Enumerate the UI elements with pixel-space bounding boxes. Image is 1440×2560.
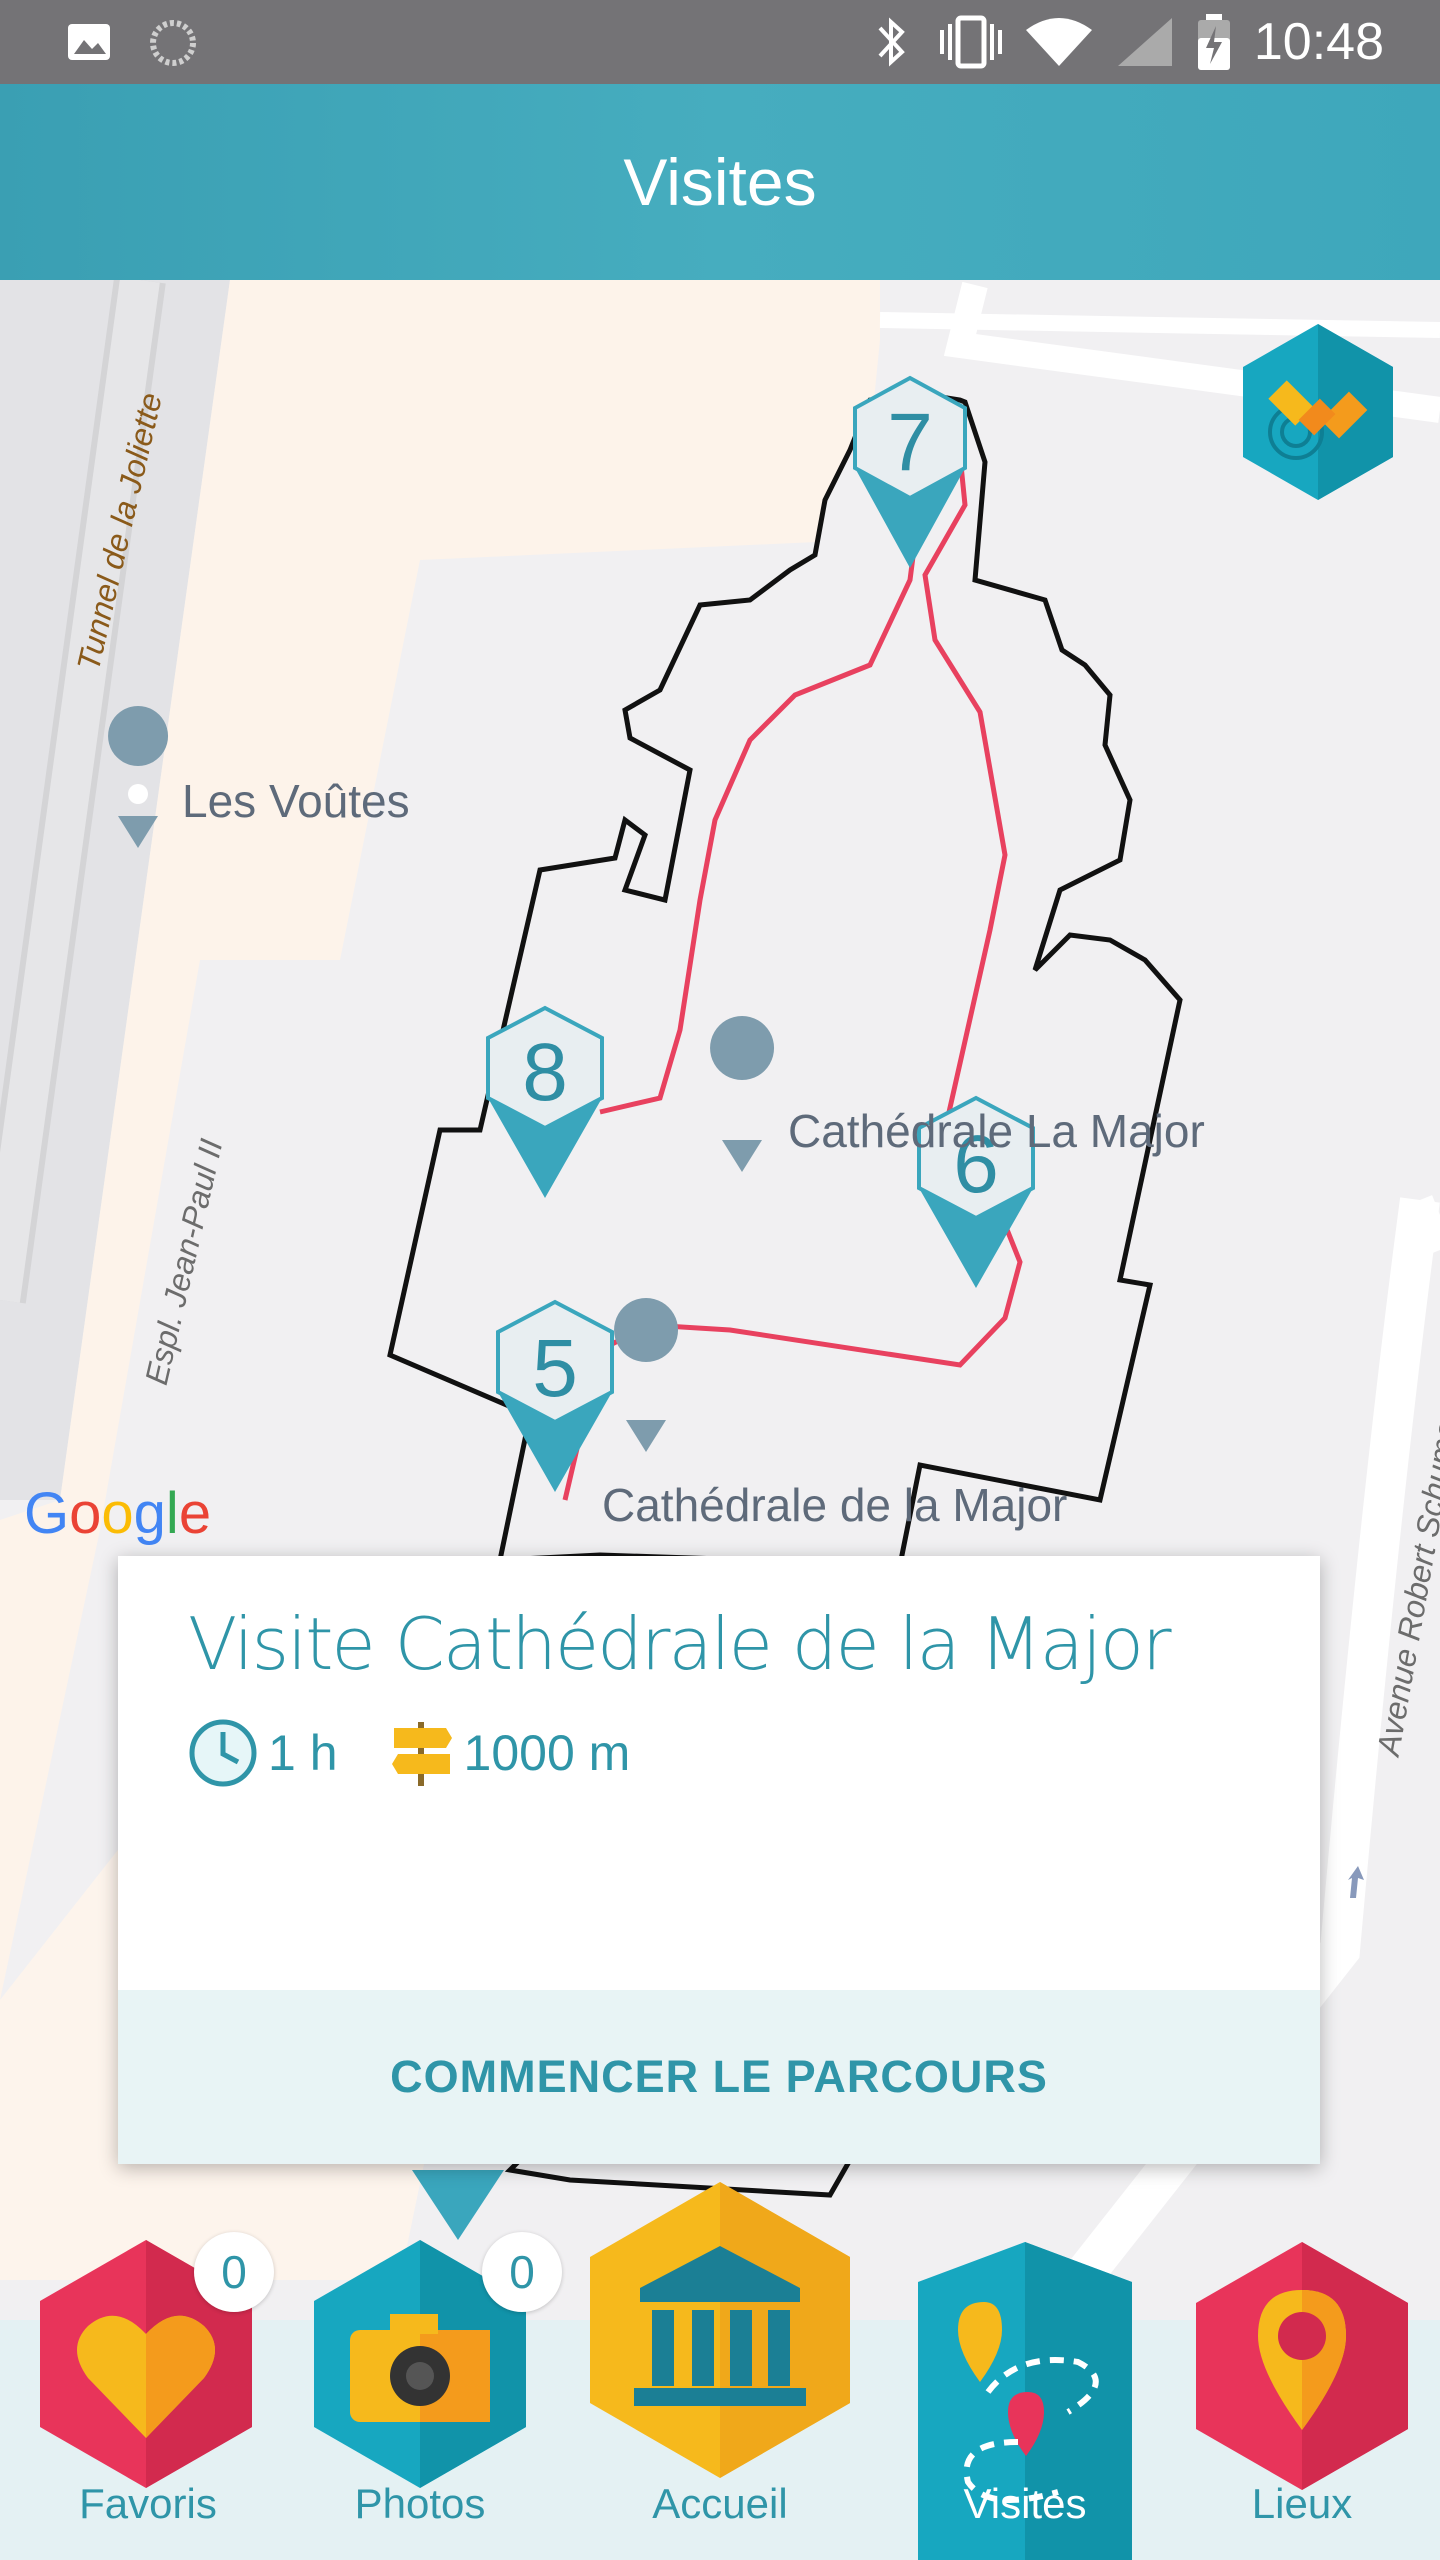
status-bar: 10:48	[0, 0, 1440, 84]
favoris-badge: 0	[194, 2232, 274, 2312]
nav-item-accueil[interactable]: Accueil	[588, 2180, 852, 2560]
satellite-icon	[1243, 324, 1393, 500]
nav-label-favoris: Favoris	[79, 2480, 217, 2527]
start-route-button[interactable]: COMMENCER LE PARCOURS	[118, 1990, 1320, 2164]
nav-label-visites: Visites	[963, 2480, 1087, 2527]
app-header: Visites	[0, 84, 1440, 280]
clock-icon	[189, 1719, 257, 1787]
status-time: 10:48	[1253, 13, 1384, 71]
satellite-toggle-button[interactable]	[1238, 322, 1398, 502]
wifi-icon	[1026, 18, 1092, 66]
svg-text:8: 8	[522, 1027, 568, 1118]
nav-label-photos: Photos	[354, 2480, 486, 2527]
bluetooth-icon	[878, 17, 905, 67]
svg-text:5: 5	[532, 1323, 578, 1414]
signal-icon	[1118, 18, 1172, 66]
map-label-cathedrale-top: Cathédrale La Major	[788, 1105, 1205, 1157]
bottom-nav: 0 Favoris 0 Photos Accueil Visites Lieux	[0, 2180, 1440, 2560]
location-pin-icon	[1196, 2242, 1408, 2490]
nav-item-photos[interactable]: 0 Photos	[290, 2232, 562, 2560]
signpost-icon	[391, 1722, 452, 1786]
nav-item-lieux[interactable]: Lieux	[1168, 2240, 1428, 2560]
visit-meta: 1 h 1000 m	[188, 1718, 682, 1788]
page-title: Visites	[623, 145, 817, 219]
map-label-les-voutes: Les Voûtes	[182, 775, 410, 827]
visit-card[interactable]: Visite Cathédrale de la Major 1 h 1000 m…	[118, 1556, 1320, 2164]
vibrate-icon	[940, 15, 1002, 69]
nav-label-lieux: Lieux	[1251, 2480, 1353, 2527]
battery-icon	[1198, 14, 1230, 70]
photos-badge: 0	[482, 2232, 562, 2312]
google-logo: Google	[24, 1481, 212, 1546]
map-label-cathedrale-bottom: Cathédrale de la Major	[602, 1479, 1068, 1531]
visit-distance: 1000 m	[463, 1725, 631, 1781]
visit-title: Visite Cathédrale de la Major	[188, 1602, 1172, 1686]
svg-text:7: 7	[887, 397, 933, 488]
nav-item-favoris[interactable]: 0 Favoris	[18, 2232, 278, 2560]
nav-label-accueil: Accueil	[652, 2480, 788, 2527]
loading-icon	[150, 20, 196, 66]
nav-item-visites[interactable]: Visites	[918, 2242, 1132, 2560]
image-icon	[68, 24, 110, 60]
museum-icon	[590, 2182, 850, 2478]
visit-duration: 1 h	[268, 1725, 338, 1781]
